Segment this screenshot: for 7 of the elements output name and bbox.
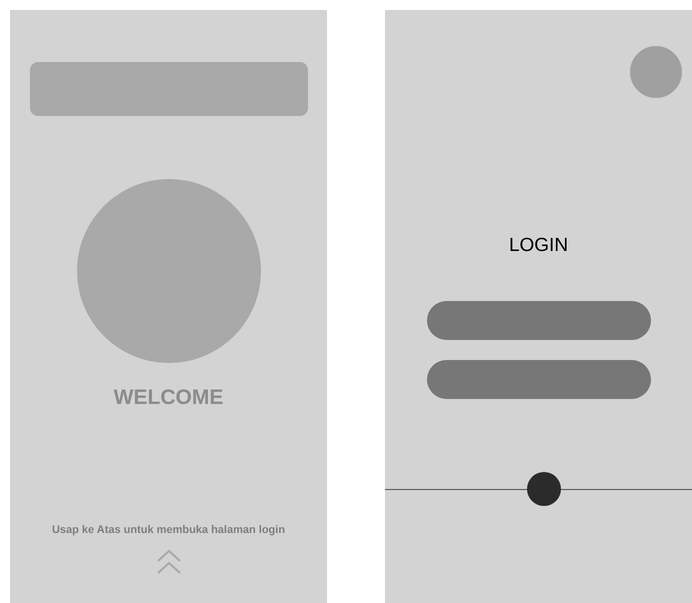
username-field[interactable] bbox=[426, 301, 650, 340]
welcome-title: WELCOME bbox=[114, 387, 224, 408]
double-chevron-up-icon bbox=[154, 548, 182, 576]
slider-knob[interactable] bbox=[527, 472, 561, 506]
swipe-hint: Usap ke Atas untuk membuka halaman login bbox=[52, 525, 286, 536]
password-field[interactable] bbox=[426, 360, 650, 399]
login-title: LOGIN bbox=[508, 236, 568, 255]
